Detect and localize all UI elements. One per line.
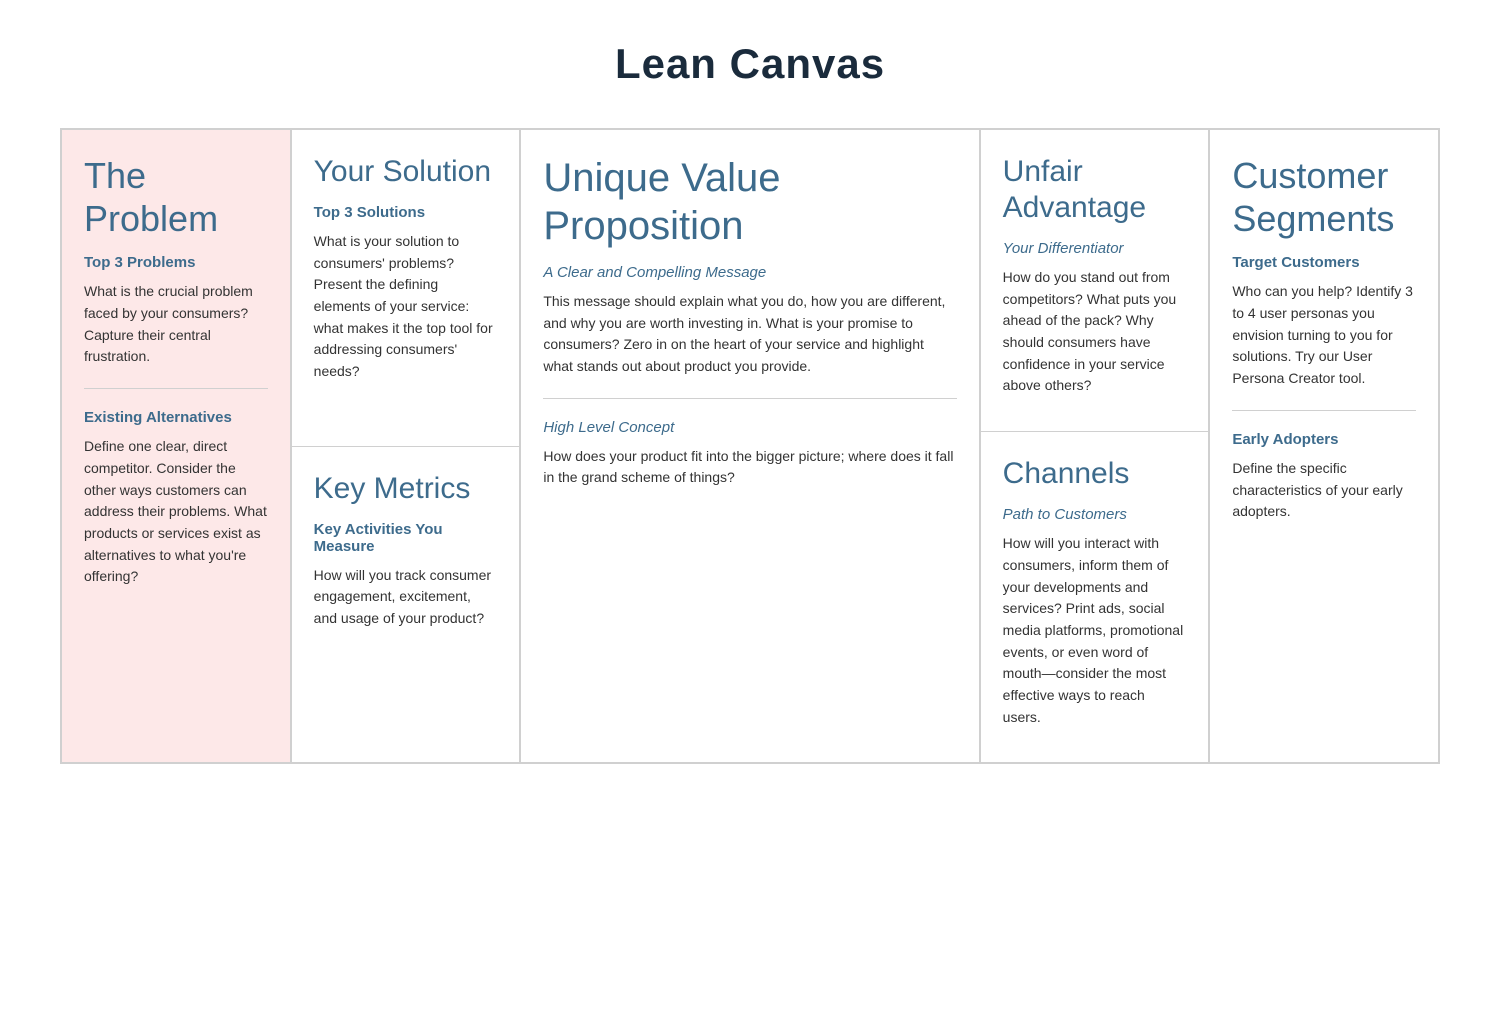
solution-top: Your Solution Top 3 Solutions What is yo… bbox=[292, 130, 520, 447]
problem-title: The Problem bbox=[84, 154, 268, 240]
uvp-cell: Unique Value Proposition A Clear and Com… bbox=[520, 129, 979, 763]
problem-sub1-label: Top 3 Problems bbox=[84, 254, 268, 271]
unfair-top: Unfair Advantage Your Differentiator How… bbox=[981, 130, 1209, 432]
segments-sub1-label: Target Customers bbox=[1232, 254, 1416, 271]
segments-sub2-text: Define the specific characteristics of y… bbox=[1232, 458, 1416, 523]
metrics-title: Key Metrics bbox=[314, 471, 498, 507]
problem-sub2-text: Define one clear, direct competitor. Con… bbox=[84, 436, 268, 588]
solution-column: Your Solution Top 3 Solutions What is yo… bbox=[291, 129, 521, 763]
uvp-sub2-label: High Level Concept bbox=[543, 419, 956, 436]
channels-bottom: Channels Path to Customers How will you … bbox=[981, 432, 1209, 762]
unfair-sub1-label: Your Differentiator bbox=[1003, 240, 1187, 257]
page-title: Lean Canvas bbox=[60, 40, 1440, 88]
page-container: Lean Canvas The Problem Top 3 Problems W… bbox=[0, 0, 1500, 824]
problem-sub2-label: Existing Alternatives bbox=[84, 409, 268, 426]
metrics-text: How will you track consumer engagement, … bbox=[314, 565, 498, 630]
uvp-divider bbox=[543, 398, 956, 399]
metrics-bottom: Key Metrics Key Activities You Measure H… bbox=[292, 447, 520, 763]
segments-title: Customer Segments bbox=[1232, 154, 1416, 240]
problem-cell: The Problem Top 3 Problems What is the c… bbox=[61, 129, 291, 763]
unfair-title: Unfair Advantage bbox=[1003, 154, 1187, 226]
channels-text: How will you interact with consumers, in… bbox=[1003, 533, 1187, 728]
uvp-sub2-text: How does your product fit into the bigge… bbox=[543, 446, 956, 489]
problem-sub1-text: What is the crucial problem faced by you… bbox=[84, 281, 268, 368]
segments-sub1-text: Who can you help? Identify 3 to 4 user p… bbox=[1232, 281, 1416, 389]
uvp-sub1-label: A Clear and Compelling Message bbox=[543, 264, 956, 281]
solution-title: Your Solution bbox=[314, 154, 498, 190]
segments-cell: Customer Segments Target Customers Who c… bbox=[1209, 129, 1439, 763]
metrics-sub-label: Key Activities You Measure bbox=[314, 521, 498, 555]
solution-sub1-text: What is your solution to consumers' prob… bbox=[314, 231, 498, 383]
channels-title: Channels bbox=[1003, 456, 1187, 492]
uvp-title: Unique Value Proposition bbox=[543, 154, 956, 250]
solution-inner: Your Solution Top 3 Solutions What is yo… bbox=[292, 130, 520, 762]
channels-sub-label: Path to Customers bbox=[1003, 506, 1187, 523]
solution-sub1-label: Top 3 Solutions bbox=[314, 204, 498, 221]
unfair-sub1-text: How do you stand out from competitors? W… bbox=[1003, 267, 1187, 397]
unfair-inner: Unfair Advantage Your Differentiator How… bbox=[981, 130, 1209, 762]
segments-sub2-label: Early Adopters bbox=[1232, 431, 1416, 448]
segments-divider bbox=[1232, 410, 1416, 411]
problem-divider bbox=[84, 388, 268, 389]
unfair-column: Unfair Advantage Your Differentiator How… bbox=[980, 129, 1210, 763]
lean-canvas-grid: The Problem Top 3 Problems What is the c… bbox=[60, 128, 1440, 764]
uvp-sub1-text: This message should explain what you do,… bbox=[543, 291, 956, 378]
